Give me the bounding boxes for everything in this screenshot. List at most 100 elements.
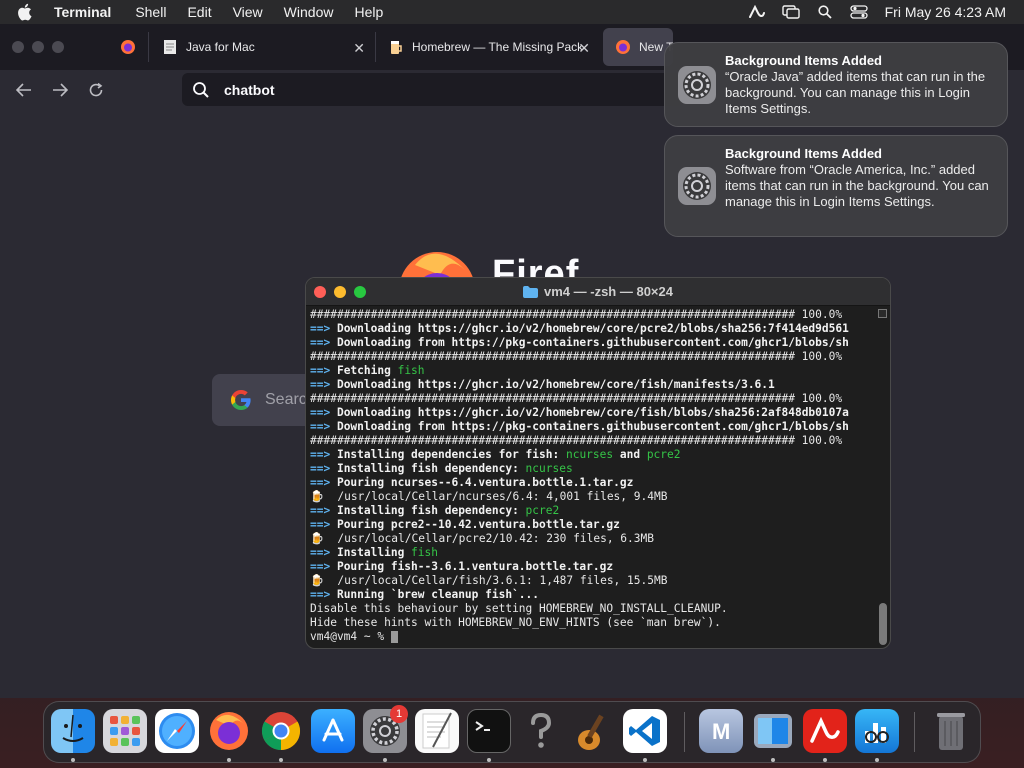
dock-garageband-icon[interactable]: [571, 709, 615, 753]
notification-title: Background Items Added: [725, 146, 882, 161]
menu-window[interactable]: Window: [284, 4, 334, 20]
window-minimize-button[interactable]: [32, 41, 44, 53]
terminal-text-segment: ncurses: [565, 448, 614, 461]
dock-chrome-icon[interactable]: [259, 709, 303, 753]
dock-utm-icon[interactable]: M: [699, 709, 743, 753]
tab-close-icon[interactable]: ✕: [353, 40, 365, 57]
terminal-line: 🍺 /usr/local/Cellar/fish/3.6.1: 1,487 fi…: [310, 574, 876, 588]
terminal-minimize-button[interactable]: [334, 286, 346, 298]
terminal-line: ==> Downloading from https://pkg-contain…: [310, 420, 876, 434]
terminal-text-segment: ==>: [310, 364, 337, 377]
notification-body: Software from “Oracle America, Inc.” add…: [725, 162, 989, 209]
tab-close-icon[interactable]: ✕: [578, 40, 590, 57]
terminal-text-segment: Hide these hints with HOMEBREW_NO_ENV_HI…: [310, 616, 721, 629]
dock: 1 M: [43, 701, 981, 763]
notification-background-items-2[interactable]: Background Items Added Software from “Or…: [664, 135, 1008, 237]
terminal-text-segment: ==>: [310, 420, 337, 433]
dock-running-indicator: [383, 758, 387, 762]
dock-safari-icon[interactable]: [155, 709, 199, 753]
menu-app-name[interactable]: Terminal: [54, 4, 111, 20]
terminal-title-bar[interactable]: vm4 — -zsh — 80×24: [306, 278, 890, 306]
google-icon: [229, 388, 253, 412]
terminal-text-segment: ==>: [310, 448, 337, 461]
menu-edit[interactable]: Edit: [187, 4, 211, 20]
firefox-view-button[interactable]: [108, 28, 148, 66]
menu-help[interactable]: Help: [354, 4, 383, 20]
terminal-text-segment: Installing dependencies for fish:: [336, 448, 566, 461]
dock-launchpad-icon[interactable]: [103, 709, 147, 753]
notification-title: Background Items Added: [725, 53, 882, 68]
dock-running-indicator: [279, 758, 283, 762]
terminal-line: Disable this behaviour by setting HOMEBR…: [310, 602, 876, 616]
dock-trash-icon[interactable]: [929, 709, 973, 753]
url-input-text[interactable]: chatbot: [224, 82, 275, 98]
terminal-zoom-button[interactable]: [354, 286, 366, 298]
terminal-text-segment: ########################################…: [310, 350, 843, 363]
terminal-line: ==> Downloading https://ghcr.io/v2/homeb…: [310, 406, 876, 420]
dock-finder-icon[interactable]: [51, 709, 95, 753]
terminal-text-segment: vm4@vm4 ~ %: [310, 630, 391, 643]
terminal-text-segment: Disable this behaviour by setting HOMEBR…: [310, 602, 728, 615]
terminal-text-segment: ==>: [310, 406, 337, 419]
terminal-text-segment: ########################################…: [310, 434, 843, 447]
window-zoom-button[interactable]: [52, 41, 64, 53]
dock-separator: [684, 712, 685, 752]
terminal-text-segment: Downloading https://ghcr.io/v2/homebrew/…: [336, 378, 775, 391]
terminal-line: ==> Installing fish dependency: pcre2: [310, 504, 876, 518]
terminal-text-segment: /usr/local/Cellar/pcre2/10.42: 230 files…: [337, 532, 654, 545]
terminal-scrollbar-thumb[interactable]: [879, 603, 887, 645]
terminal-text-segment: ==>: [310, 476, 337, 489]
terminal-text-segment: Downloading from https://pkg-containers.…: [336, 420, 849, 433]
terminal-text-segment: 🍺: [310, 490, 338, 503]
terminal-text-segment: Installing fish dependency:: [336, 504, 526, 517]
apple-menu-icon[interactable]: [16, 2, 36, 22]
reload-icon[interactable]: [86, 80, 106, 100]
dock-istatistica-icon[interactable]: [855, 709, 899, 753]
window-close-button[interactable]: [12, 41, 24, 53]
terminal-output[interactable]: ########################################…: [310, 308, 876, 648]
dock-vscode-icon[interactable]: [623, 709, 667, 753]
notification-background-items-1[interactable]: Background Items Added “Oracle Java” add…: [664, 42, 1008, 127]
terminal-text-segment: Running `brew cleanup fish`...: [336, 588, 540, 601]
spotlight-search-icon[interactable]: [815, 4, 835, 20]
firefox-icon: [120, 39, 136, 55]
dock-running-indicator: [643, 758, 647, 762]
dock-avira-icon[interactable]: [803, 709, 847, 753]
menu-clock[interactable]: Fri May 26 4:23 AM: [885, 4, 1006, 20]
dock-firefox-icon[interactable]: [207, 709, 251, 753]
settings-gear-icon: [677, 65, 717, 105]
terminal-text-segment: ==>: [310, 518, 337, 531]
terminal-text-segment: ==>: [310, 322, 337, 335]
tab-title: Homebrew — The Missing Package: [412, 40, 582, 54]
terminal-text-segment: ==>: [310, 378, 337, 391]
dock-terminal-icon[interactable]: [467, 709, 511, 753]
tab-homebrew[interactable]: Homebrew — The Missing Package ✕: [376, 28, 600, 66]
avira-status-icon[interactable]: [747, 4, 767, 20]
control-center-icon[interactable]: [849, 4, 869, 20]
terminal-text-segment: Downloading https://ghcr.io/v2/homebrew/…: [336, 406, 849, 419]
settings-gear-icon: [677, 166, 717, 206]
terminal-line: ########################################…: [310, 308, 876, 322]
terminal-text-segment: Pouring ncurses--6.4.ventura.bottle.1.ta…: [336, 476, 634, 489]
url-bar[interactable]: chatbot: [182, 73, 682, 106]
menu-shell[interactable]: Shell: [135, 4, 166, 20]
dock-help-icon[interactable]: [519, 709, 563, 753]
terminal-text-segment: ########################################…: [310, 392, 843, 405]
dock-textedit-icon[interactable]: [415, 709, 459, 753]
dock-app-store-icon[interactable]: [311, 709, 355, 753]
screen-mirroring-icon[interactable]: [781, 4, 801, 20]
tab-title: Java for Mac: [186, 40, 255, 54]
back-arrow-icon[interactable]: [14, 80, 34, 100]
firefox-icon: [615, 39, 631, 55]
terminal-cursor: [390, 631, 398, 643]
terminal-close-button[interactable]: [314, 286, 326, 298]
forward-arrow-icon[interactable]: [50, 80, 70, 100]
menu-view[interactable]: View: [233, 4, 263, 20]
terminal-text-segment: Installing: [336, 546, 412, 559]
tab-new-tab[interactable]: New Tab: [603, 28, 673, 66]
tab-java-for-mac[interactable]: Java for Mac ✕: [150, 28, 375, 66]
terminal-text-segment: ==>: [310, 336, 337, 349]
dock-migration-assistant-icon[interactable]: [751, 709, 795, 753]
terminal-line: ==> Running `brew cleanup fish`...: [310, 588, 876, 602]
scroll-up-button[interactable]: [878, 309, 887, 318]
